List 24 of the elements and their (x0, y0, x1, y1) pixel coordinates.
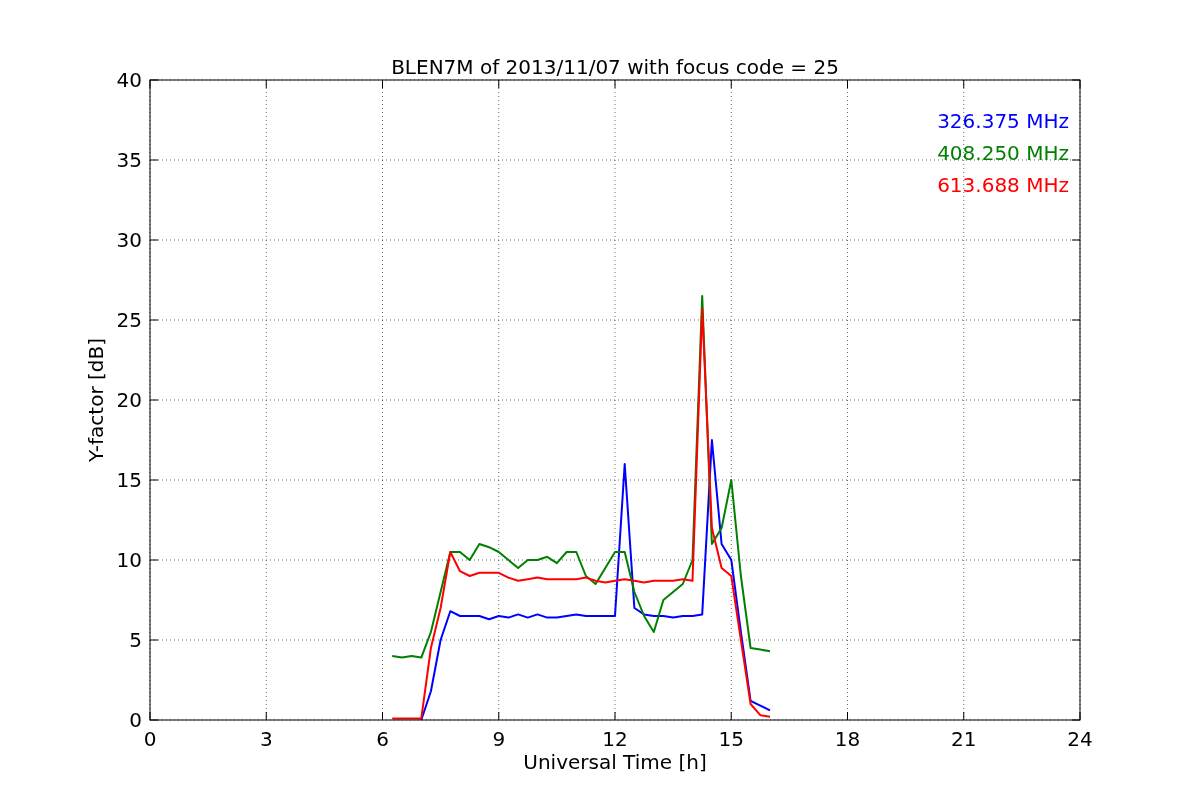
y-tick-label: 25 (116, 308, 142, 332)
y-tick-label: 20 (116, 388, 142, 412)
x-axis-label: Universal Time [h] (523, 750, 707, 774)
chart-title: BLEN7M of 2013/11/07 with focus code = 25 (391, 55, 839, 79)
x-tick-label: 18 (834, 727, 861, 751)
y-axis-label: Y-factor [dB] (84, 338, 108, 462)
x-tick-label: 15 (718, 727, 744, 751)
y-tick-label: 40 (116, 68, 142, 92)
y-tick-label: 5 (129, 628, 142, 652)
y-tick-label: 0 (129, 708, 142, 732)
y-tick-label: 10 (116, 548, 142, 572)
x-tick-label: 0 (143, 727, 157, 751)
y-tick-label: 15 (116, 468, 142, 492)
x-tick-label: 9 (492, 727, 506, 751)
legend-label: 408.250 MHz (937, 141, 1069, 165)
x-tick-label: 12 (602, 727, 628, 751)
x-tick-label: 3 (259, 727, 273, 751)
y-tick-label: 30 (116, 228, 142, 252)
legend-label: 326.375 MHz (937, 109, 1069, 133)
x-tick-label: 21 (951, 727, 977, 751)
legend-label: 613.688 MHz (937, 173, 1069, 197)
y-tick-label: 35 (116, 148, 142, 172)
x-tick-label: 24 (1067, 727, 1093, 751)
x-tick-label: 6 (376, 727, 389, 751)
